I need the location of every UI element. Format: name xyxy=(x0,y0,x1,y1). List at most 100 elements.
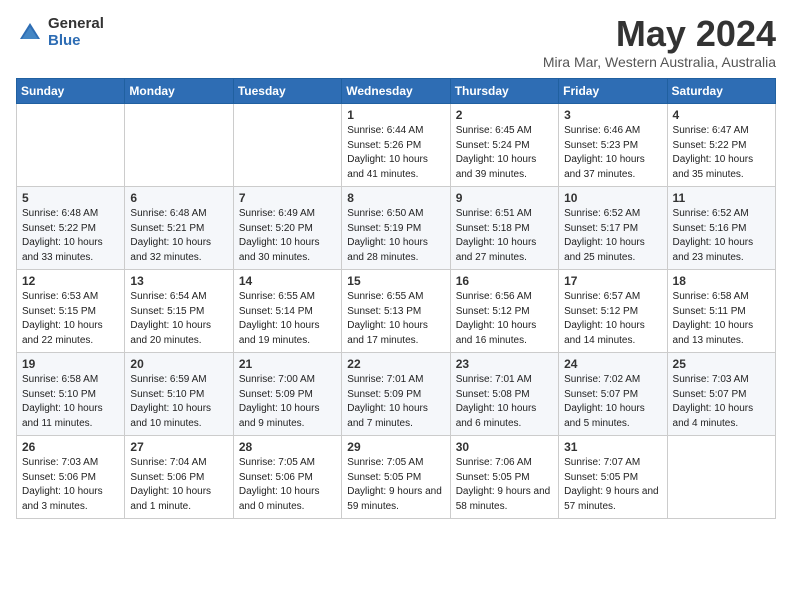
day-number: 1 xyxy=(347,108,444,122)
day-info: Sunrise: 7:03 AM Sunset: 5:07 PM Dayligh… xyxy=(673,373,770,431)
day-number: 11 xyxy=(673,191,770,205)
day-info: Sunrise: 6:46 AM Sunset: 5:23 PM Dayligh… xyxy=(564,124,661,182)
day-number: 5 xyxy=(22,191,119,205)
day-cell: 29 Sunrise: 7:05 AM Sunset: 5:05 PM Dayli… xyxy=(342,436,450,519)
week-row-1: 5 Sunrise: 6:48 AM Sunset: 5:22 PM Daylig… xyxy=(17,187,776,270)
day-cell: 2 Sunrise: 6:45 AM Sunset: 5:24 PM Daylig… xyxy=(450,104,558,187)
day-info: Sunrise: 6:47 AM Sunset: 5:22 PM Dayligh… xyxy=(673,124,770,182)
day-cell: 27 Sunrise: 7:04 AM Sunset: 5:06 PM Dayli… xyxy=(125,436,233,519)
day-number: 15 xyxy=(347,274,444,288)
day-cell: 3 Sunrise: 6:46 AM Sunset: 5:23 PM Daylig… xyxy=(559,104,667,187)
day-cell xyxy=(233,104,341,187)
day-info: Sunrise: 7:01 AM Sunset: 5:09 PM Dayligh… xyxy=(347,373,444,431)
day-number: 31 xyxy=(564,440,661,454)
day-number: 24 xyxy=(564,357,661,371)
day-info: Sunrise: 6:48 AM Sunset: 5:22 PM Dayligh… xyxy=(22,207,119,265)
month-title: May 2024 xyxy=(543,16,776,52)
day-number: 20 xyxy=(130,357,227,371)
day-cell: 10 Sunrise: 6:52 AM Sunset: 5:17 PM Dayli… xyxy=(559,187,667,270)
day-cell: 16Sunrise: 6:56 AM Sunset: 5:12 PM Dayli… xyxy=(450,270,558,353)
day-info: Sunrise: 7:01 AM Sunset: 5:08 PM Dayligh… xyxy=(456,373,553,431)
logo-icon xyxy=(16,19,44,47)
day-cell: 24 Sunrise: 7:02 AM Sunset: 5:07 PM Dayli… xyxy=(559,353,667,436)
day-number: 25 xyxy=(673,357,770,371)
day-info: Sunrise: 6:44 AM Sunset: 5:26 PM Dayligh… xyxy=(347,124,444,182)
day-cell: 7Sunrise: 6:49 AM Sunset: 5:20 PM Daylig… xyxy=(233,187,341,270)
day-cell: 14 Sunrise: 6:55 AM Sunset: 5:14 PM Dayli… xyxy=(233,270,341,353)
day-cell: 21Sunrise: 7:00 AM Sunset: 5:09 PM Dayli… xyxy=(233,353,341,436)
day-info: Sunrise: 6:45 AM Sunset: 5:24 PM Dayligh… xyxy=(456,124,553,182)
day-cell: 22 Sunrise: 7:01 AM Sunset: 5:09 PM Dayli… xyxy=(342,353,450,436)
day-number: 13 xyxy=(130,274,227,288)
day-cell: 9Sunrise: 6:51 AM Sunset: 5:18 PM Daylig… xyxy=(450,187,558,270)
day-info: Sunrise: 7:06 AM Sunset: 5:05 PM Dayligh… xyxy=(456,456,553,514)
day-number: 18 xyxy=(673,274,770,288)
day-number: 19 xyxy=(22,357,119,371)
day-number: 26 xyxy=(22,440,119,454)
day-cell: 8 Sunrise: 6:50 AM Sunset: 5:19 PM Daylig… xyxy=(342,187,450,270)
page-header: General Blue May 2024 Mira Mar, Western … xyxy=(16,16,776,70)
day-info: Sunrise: 6:53 AM Sunset: 5:15 PM Dayligh… xyxy=(22,290,119,348)
day-info: Sunrise: 6:57 AM Sunset: 5:12 PM Dayligh… xyxy=(564,290,661,348)
day-info: Sunrise: 7:07 AM Sunset: 5:05 PM Dayligh… xyxy=(564,456,661,514)
day-cell: 11 Sunrise: 6:52 AM Sunset: 5:16 PM Dayli… xyxy=(667,187,775,270)
day-cell: 5 Sunrise: 6:48 AM Sunset: 5:22 PM Daylig… xyxy=(17,187,125,270)
day-cell: 18 Sunrise: 6:58 AM Sunset: 5:11 PM Dayli… xyxy=(667,270,775,353)
day-info: Sunrise: 6:59 AM Sunset: 5:10 PM Dayligh… xyxy=(130,373,227,431)
weekday-header-sunday: Sunday xyxy=(17,79,125,104)
calendar: SundayMondayTuesdayWednesdayThursdayFrid… xyxy=(16,78,776,519)
day-number: 14 xyxy=(239,274,336,288)
day-number: 29 xyxy=(347,440,444,454)
day-cell: 31 Sunrise: 7:07 AM Sunset: 5:05 PM Dayli… xyxy=(559,436,667,519)
day-info: Sunrise: 6:52 AM Sunset: 5:17 PM Dayligh… xyxy=(564,207,661,265)
day-number: 10 xyxy=(564,191,661,205)
day-number: 3 xyxy=(564,108,661,122)
day-info: Sunrise: 7:00 AM Sunset: 5:09 PM Dayligh… xyxy=(239,373,336,431)
day-info: Sunrise: 6:54 AM Sunset: 5:15 PM Dayligh… xyxy=(130,290,227,348)
day-info: Sunrise: 6:55 AM Sunset: 5:14 PM Dayligh… xyxy=(239,290,336,348)
day-number: 16 xyxy=(456,274,553,288)
day-cell: 20 Sunrise: 6:59 AM Sunset: 5:10 PM Dayli… xyxy=(125,353,233,436)
day-info: Sunrise: 7:05 AM Sunset: 5:05 PM Dayligh… xyxy=(347,456,444,514)
week-row-3: 19 Sunrise: 6:58 AM Sunset: 5:10 PM Dayli… xyxy=(17,353,776,436)
day-info: Sunrise: 7:04 AM Sunset: 5:06 PM Dayligh… xyxy=(130,456,227,514)
day-number: 23 xyxy=(456,357,553,371)
weekday-header-wednesday: Wednesday xyxy=(342,79,450,104)
logo-blue: Blue xyxy=(48,33,104,50)
day-cell: 26Sunrise: 7:03 AM Sunset: 5:06 PM Dayli… xyxy=(17,436,125,519)
weekday-header-thursday: Thursday xyxy=(450,79,558,104)
weekday-header-saturday: Saturday xyxy=(667,79,775,104)
week-row-4: 26Sunrise: 7:03 AM Sunset: 5:06 PM Dayli… xyxy=(17,436,776,519)
location-title: Mira Mar, Western Australia, Australia xyxy=(543,54,776,70)
weekday-header-row: SundayMondayTuesdayWednesdayThursdayFrid… xyxy=(17,79,776,104)
day-info: Sunrise: 6:52 AM Sunset: 5:16 PM Dayligh… xyxy=(673,207,770,265)
day-cell: 30 Sunrise: 7:06 AM Sunset: 5:05 PM Dayli… xyxy=(450,436,558,519)
day-number: 8 xyxy=(347,191,444,205)
day-info: Sunrise: 6:58 AM Sunset: 5:11 PM Dayligh… xyxy=(673,290,770,348)
day-number: 30 xyxy=(456,440,553,454)
day-number: 28 xyxy=(239,440,336,454)
day-cell: 25 Sunrise: 7:03 AM Sunset: 5:07 PM Dayli… xyxy=(667,353,775,436)
day-cell: 1 Sunrise: 6:44 AM Sunset: 5:26 PM Daylig… xyxy=(342,104,450,187)
day-cell xyxy=(17,104,125,187)
day-cell: 28Sunrise: 7:05 AM Sunset: 5:06 PM Dayli… xyxy=(233,436,341,519)
logo: General Blue xyxy=(16,16,104,49)
day-number: 12 xyxy=(22,274,119,288)
day-info: Sunrise: 6:51 AM Sunset: 5:18 PM Dayligh… xyxy=(456,207,553,265)
weekday-header-friday: Friday xyxy=(559,79,667,104)
logo-text: General Blue xyxy=(48,16,104,49)
day-number: 22 xyxy=(347,357,444,371)
day-cell: 6Sunrise: 6:48 AM Sunset: 5:21 PM Daylig… xyxy=(125,187,233,270)
weekday-header-monday: Monday xyxy=(125,79,233,104)
day-info: Sunrise: 6:50 AM Sunset: 5:19 PM Dayligh… xyxy=(347,207,444,265)
title-block: May 2024 Mira Mar, Western Australia, Au… xyxy=(543,16,776,70)
day-cell xyxy=(125,104,233,187)
day-info: Sunrise: 6:49 AM Sunset: 5:20 PM Dayligh… xyxy=(239,207,336,265)
day-cell: 13 Sunrise: 6:54 AM Sunset: 5:15 PM Dayli… xyxy=(125,270,233,353)
day-info: Sunrise: 7:02 AM Sunset: 5:07 PM Dayligh… xyxy=(564,373,661,431)
day-number: 27 xyxy=(130,440,227,454)
day-info: Sunrise: 6:58 AM Sunset: 5:10 PM Dayligh… xyxy=(22,373,119,431)
day-info: Sunrise: 6:55 AM Sunset: 5:13 PM Dayligh… xyxy=(347,290,444,348)
week-row-2: 12 Sunrise: 6:53 AM Sunset: 5:15 PM Dayli… xyxy=(17,270,776,353)
day-number: 2 xyxy=(456,108,553,122)
